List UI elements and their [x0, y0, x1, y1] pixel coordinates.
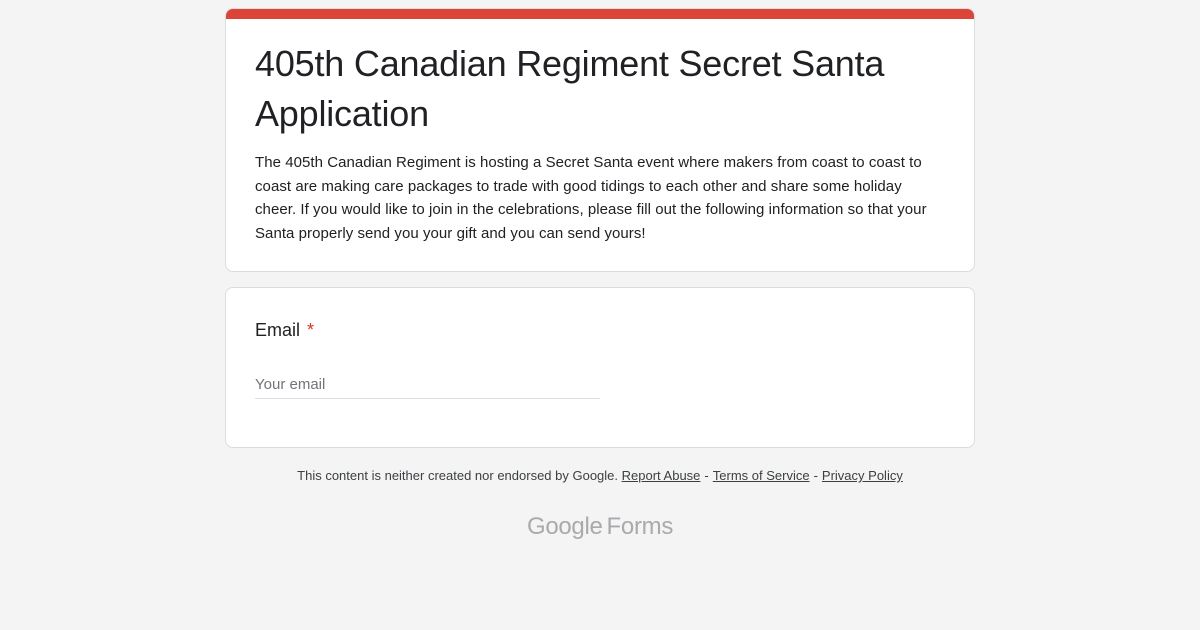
- footer-disclaimer: This content is neither created nor endo…: [225, 467, 975, 485]
- required-asterisk: *: [307, 320, 315, 340]
- footer-separator: -: [704, 468, 709, 483]
- google-forms-logo[interactable]: Google Forms: [225, 513, 975, 541]
- form-container: 405th Canadian Regiment Secret Santa App…: [225, 8, 975, 541]
- logo-forms-text: Forms: [606, 513, 674, 540]
- question-label: Email: [255, 320, 301, 340]
- question-title: Email *: [255, 318, 945, 342]
- question-card-email: Email *: [225, 287, 975, 448]
- email-field[interactable]: [255, 372, 600, 399]
- disclaimer-text: This content is neither created nor endo…: [297, 468, 619, 483]
- report-abuse-link[interactable]: Report Abuse: [622, 468, 701, 483]
- privacy-policy-link[interactable]: Privacy Policy: [822, 468, 903, 483]
- footer-separator: -: [813, 468, 818, 483]
- terms-of-service-link[interactable]: Terms of Service: [713, 468, 810, 483]
- logo-google-text: Google: [526, 513, 603, 540]
- title-accent-bar: [226, 9, 974, 19]
- form-description: The 405th Canadian Regiment is hosting a…: [255, 154, 927, 242]
- form-title: 405th Canadian Regiment Secret Santa App…: [255, 43, 885, 134]
- form-header-card: 405th Canadian Regiment Secret Santa App…: [225, 8, 975, 272]
